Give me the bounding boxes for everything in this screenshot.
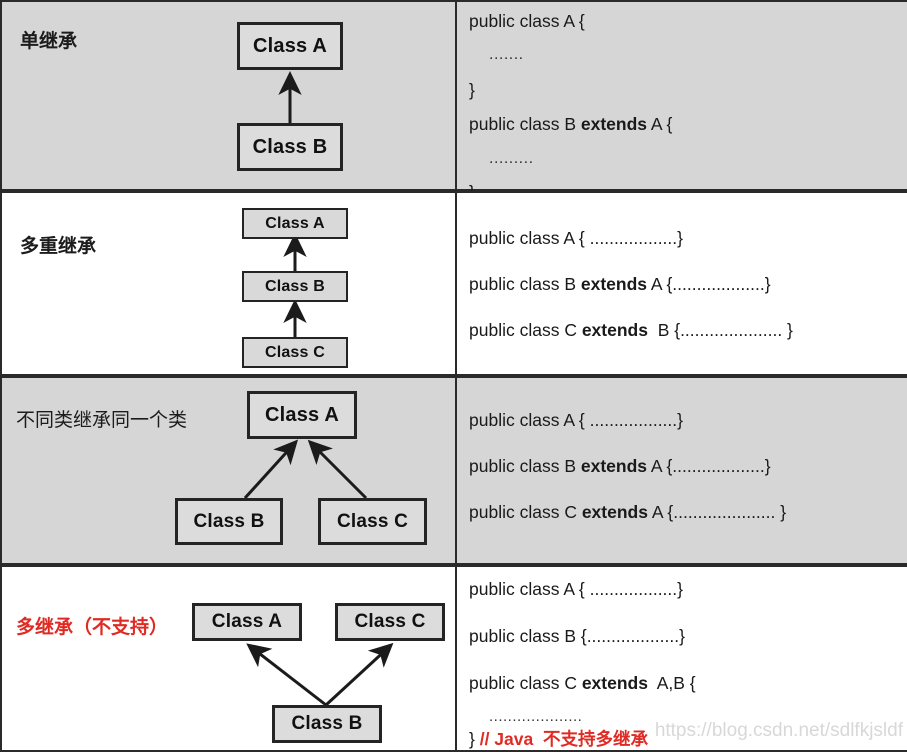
row4-class-a-label: Class A [211,611,283,632]
keyword-extends: extends [580,114,647,134]
code-span: } [469,729,480,749]
row2-code-cell: public class A { ..................} pub… [457,193,907,374]
code-span: public class C [469,673,582,693]
row2-diagram-cell: 多重继承 Class A Class B Class C [2,193,457,374]
code-line: public class B extends A {..............… [469,456,899,504]
code-line: public class C extends B {..............… [469,320,899,362]
row-hierarchical-inheritance: 不同类继承同一个类 Class A Class B Class C public… [0,376,907,565]
row1-diagram-cell: 单继承 Class A Class B [2,2,457,189]
keyword-extends: extends [580,274,647,294]
code-line: public class A { ..................} [469,579,683,599]
code-line: public class B extends A { [469,114,899,151]
code-line: public class B extends A {..............… [469,274,899,322]
row2-code-block: public class A { ..................} pub… [469,228,899,362]
java-unsupported-comment: // Java 不支持多继承 [479,729,648,749]
code-line: public class A { ..................} [469,410,683,430]
row4-code-cell: public class A { ..................} pub… [457,567,907,750]
row3-class-c-box: Class C [318,498,427,545]
row2-class-a-label: Class A [265,214,325,232]
row3-class-a-box: Class A [247,391,357,439]
code-span: public class B [469,114,581,134]
row4-class-c-label: Class C [354,611,426,632]
row4-arrow-layer [246,642,394,707]
row4-class-b-box: Class B [272,705,382,743]
keyword-extends: extends [581,673,648,693]
row1-class-b-label: Class B [252,135,328,158]
code-line: public class A { [469,11,585,31]
code-span: A {..................... } [647,502,787,522]
row1-class-b-box: Class B [237,123,343,171]
row-single-inheritance: 单继承 Class A Class B public class A { ...… [0,0,907,201]
row2-category-label: 多重继承 [20,235,97,257]
row3-diagram-cell: 不同类继承同一个类 Class A Class B Class C [2,378,457,563]
code-line: } [469,80,475,100]
row3-class-b-label: Class B [193,510,265,532]
row2-class-a-box: Class A [242,208,348,239]
code-span: B {..................... } [647,320,793,340]
row3-code-cell: public class A { ..................} pub… [457,378,907,563]
keyword-extends: extends [581,502,648,522]
row4-class-b-label: Class B [291,713,363,734]
row-multiple-inheritance: 多继承（不支持） Class A Class C Class B public … [0,565,907,752]
row4-category-label: 多继承（不支持） [16,616,169,638]
code-line: public class C extends A {..............… [469,502,899,544]
keyword-extends: extends [580,456,647,476]
row2-arrow-layer [283,233,307,337]
row2-class-c-box: Class C [242,337,348,368]
code-line: ......... [489,150,534,167]
code-span: A,B { [647,673,696,693]
code-span: public class B [469,274,581,294]
row3-class-c-label: Class C [336,510,409,532]
row3-category-label: 不同类继承同一个类 [16,409,188,431]
inheritance-comparison-figure: 单继承 Class A Class B public class A { ...… [0,0,907,752]
keyword-extends: extends [581,320,648,340]
row1-category-label: 单继承 [20,30,78,52]
row1-code-cell: public class A { ....... } public class … [457,2,907,201]
row2-class-c-label: Class C [264,343,326,361]
row2-class-b-box: Class B [242,271,348,302]
code-line: public class B {...................} [469,626,685,646]
code-span: public class B [469,456,581,476]
code-span: A { [647,114,673,134]
code-line: public class C extends A,B { [469,673,899,709]
row1-class-a-box: Class A [237,22,343,70]
code-span: A {...................} [647,456,771,476]
code-span: A {...................} [647,274,771,294]
row1-code-block: public class A { ....... } public class … [469,11,899,214]
row3-class-a-label: Class A [264,403,340,426]
code-span: public class C [469,502,582,522]
csdn-watermark: https://blog.csdn.net/sdlfkjsldf [654,720,903,741]
row-multilevel-inheritance: 多重继承 Class A Class B Class C public clas… [0,191,907,376]
row2-class-b-label: Class B [264,277,326,295]
row3-code-block: public class A { ..................} pub… [469,410,899,544]
row4-class-c-box: Class C [335,603,445,641]
row1-class-a-label: Class A [252,34,328,57]
row4-diagram-cell: 多继承（不支持） Class A Class C Class B [2,567,457,750]
row3-class-b-box: Class B [175,498,283,545]
code-span: public class C [469,320,582,340]
row4-class-a-box: Class A [192,603,302,641]
code-line: public class A { ..................} [469,228,683,248]
code-line: ....... [489,46,524,63]
